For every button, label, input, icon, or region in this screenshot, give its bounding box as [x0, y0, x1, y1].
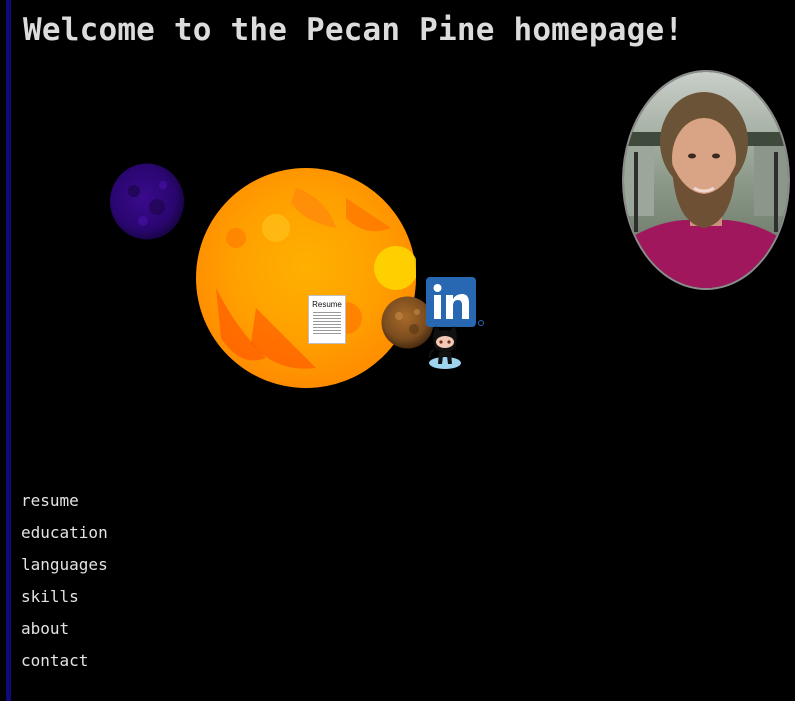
- sun-icon[interactable]: [196, 168, 418, 388]
- resume-doc-label: Resume: [312, 300, 342, 309]
- page-title: Welcome to the Pecan Pine homepage!: [23, 12, 684, 48]
- profile-photo: [622, 70, 790, 290]
- nav-item-education[interactable]: education: [21, 522, 108, 554]
- nav-item-about[interactable]: about: [21, 618, 108, 650]
- purple-planet-icon[interactable]: [109, 163, 185, 240]
- nav-item-contact[interactable]: contact: [21, 650, 108, 682]
- main-nav: resume education languages skills about …: [21, 490, 108, 682]
- resume-doc-lines: [313, 312, 341, 334]
- github-octocat-icon[interactable]: [426, 322, 464, 370]
- resume-document-icon[interactable]: Resume: [308, 295, 346, 344]
- nav-item-skills[interactable]: skills: [21, 586, 108, 618]
- left-accent-bar: [6, 0, 11, 701]
- nav-item-languages[interactable]: languages: [21, 554, 108, 586]
- nav-item-resume[interactable]: resume: [21, 490, 108, 522]
- linkedin-icon[interactable]: [425, 276, 486, 328]
